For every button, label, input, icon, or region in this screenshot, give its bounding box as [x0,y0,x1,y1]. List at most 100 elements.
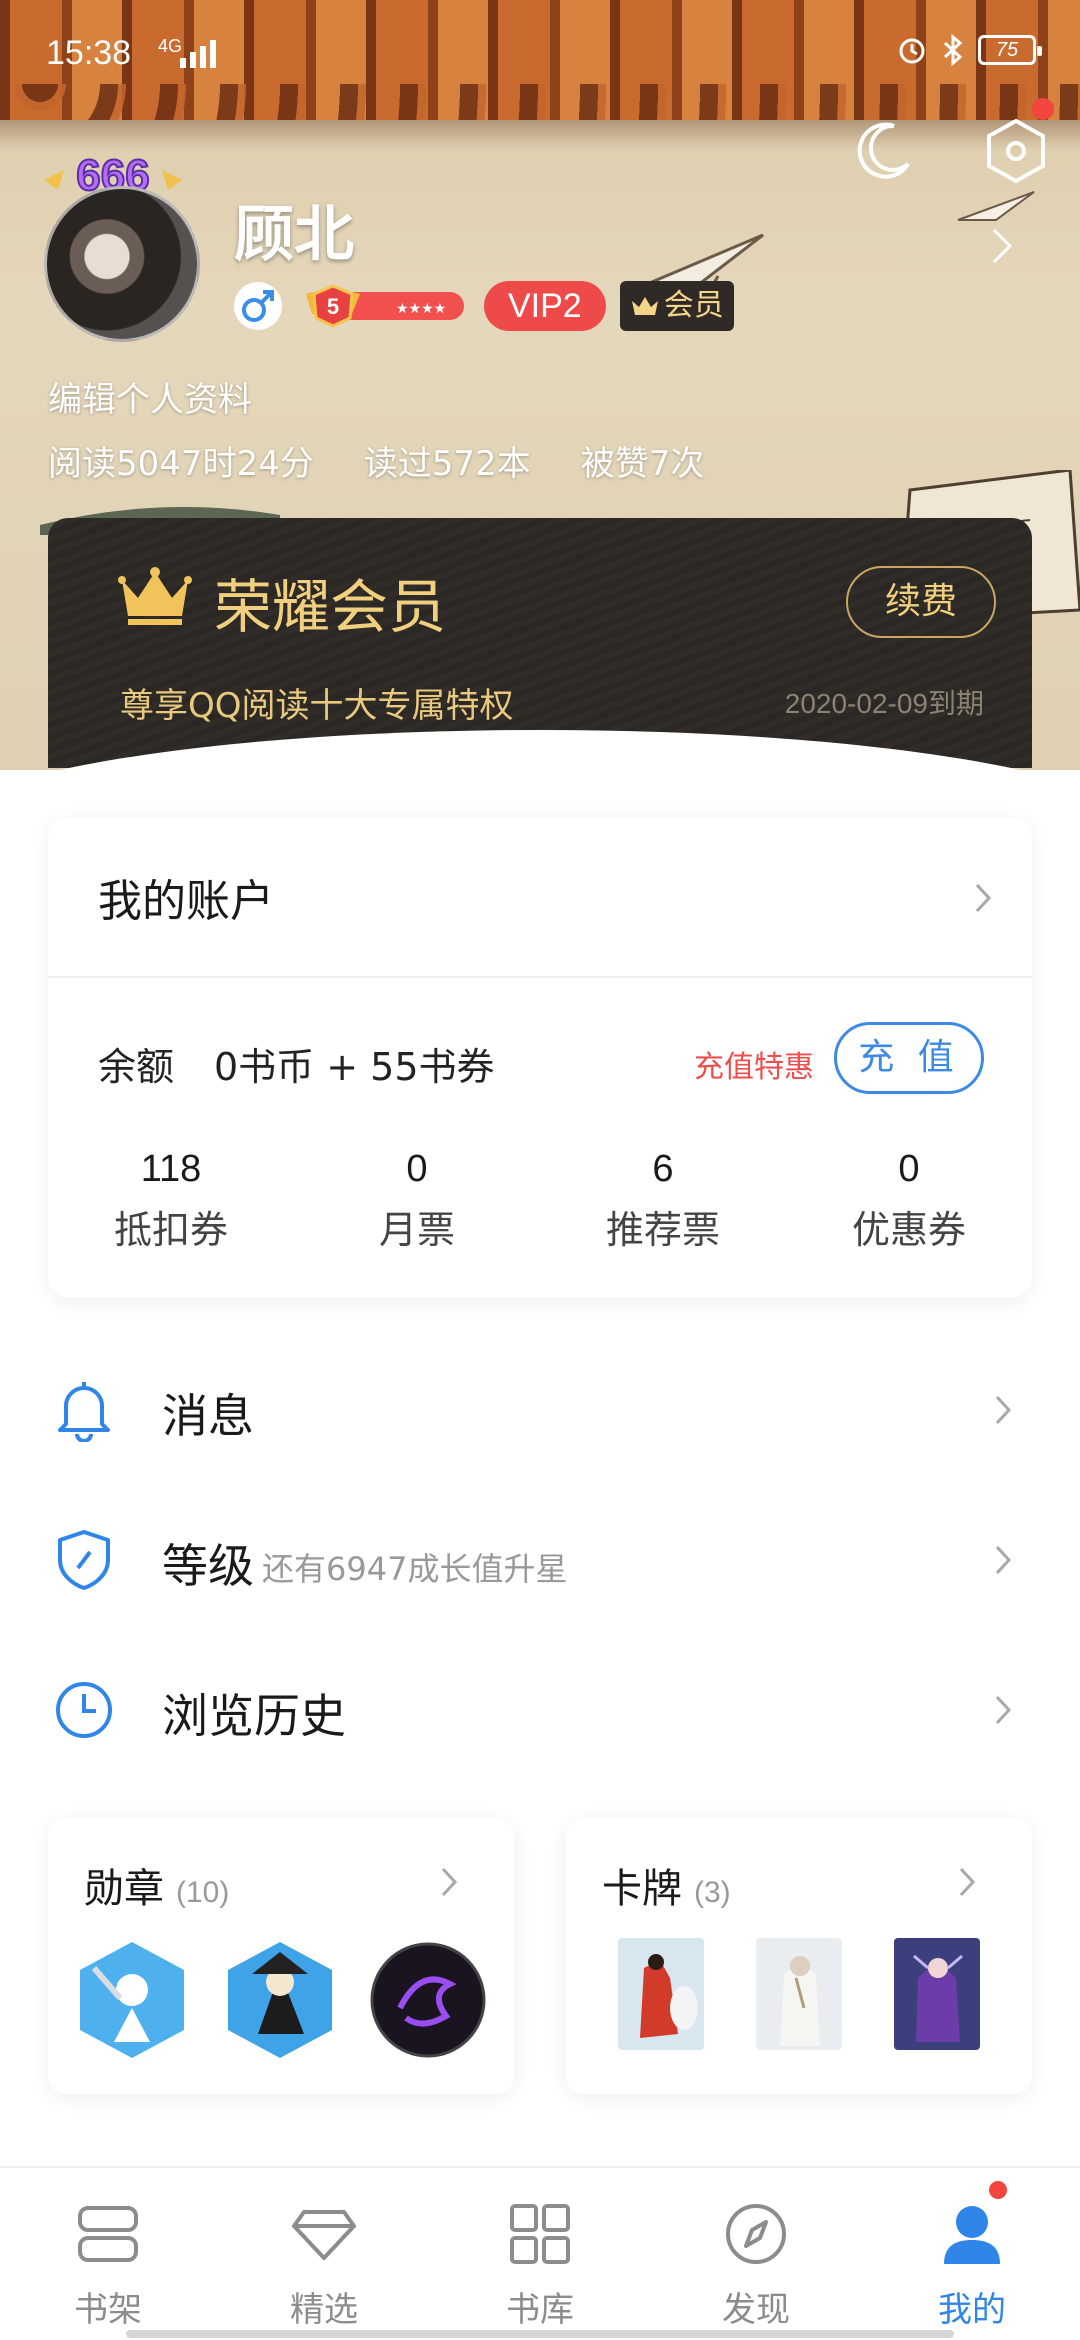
status-time: 15:38 [46,34,132,72]
ticket-label: 推荐票 [605,1208,720,1252]
chevron-right-icon [959,1867,976,1897]
ticket-label: 月票 [378,1208,455,1252]
chevron-right-icon[interactable] [990,226,1014,266]
profile-header: 15:38 4G 75 666 顾北 ★★★★ 5 VIP2 会员 编辑个人资料… [0,0,1080,770]
chevron-right-icon [995,1695,1012,1725]
medals-header: 勋章 (10) [84,1856,229,1914]
card-thumbnail[interactable] [756,1938,842,2050]
balance-value: 0书币 + 55书券 [214,1045,495,1089]
nav-tab-profile[interactable]: 我的 [864,2168,1080,2340]
menu-label: 消息 [162,1389,254,1443]
crown-icon [631,297,658,315]
chevron-right-icon [441,1867,458,1897]
level-progress-text: 还有6947成长值升星 [262,1550,568,1588]
level-number: 5 [327,294,339,319]
ticket-label: 优惠券 [851,1208,966,1252]
cards-header: 卡牌 (3) [602,1856,731,1914]
network-type: 4G [158,36,183,56]
vip-badge: VIP2 [484,281,606,331]
shield-icon [58,1530,110,1590]
menu-label: 浏览历史 [162,1689,346,1743]
ticket-label: 抵扣券 [113,1208,228,1252]
medal-knight-icon[interactable] [74,1938,190,2062]
battery-icon: 75 [978,35,1042,65]
cards-count: (3) [694,1876,731,1909]
nav-label: 我的 [938,2290,1006,2330]
nav-label: 精选 [290,2290,358,2330]
menu-label: 等级 [162,1539,254,1593]
ticket-monthly[interactable]: 0 月票 [294,1148,540,1254]
account-title: 我的账户 [98,876,274,927]
menu-item-level[interactable]: 等级 还有6947成长值升星 [0,1484,1080,1634]
nav-tab-library[interactable]: 书库 [432,2168,648,2340]
nav-tab-featured[interactable]: 精选 [216,2168,432,2340]
ticket-stats: 118 抵扣券 0 月票 6 推荐票 0 优惠券 [48,1148,1032,1254]
bell-icon [58,1382,110,1442]
my-account-row[interactable]: 我的账户 [48,818,1032,978]
nav-tab-discover[interactable]: 发现 [648,2168,864,2340]
edit-profile-link[interactable]: 编辑个人资料 [48,372,252,421]
ticket-value: 6 [652,1148,674,1190]
renew-button[interactable]: 续费 [846,566,996,638]
night-mode-icon[interactable] [854,120,914,180]
cards-card[interactable]: 卡牌 (3) [566,1818,1032,2094]
vip-subtitle: 尊享QQ阅读十大专属特权 [120,686,514,726]
member-badge-label: 会员 [663,288,724,323]
status-bar: 15:38 4G 75 [0,0,1080,110]
member-badge: 会员 [619,281,734,331]
recharge-promo-link[interactable]: 充值特惠 [694,1042,814,1086]
diamond-icon [292,2210,356,2260]
medal-wizard-icon[interactable] [222,1938,338,2062]
clock-icon [56,1682,112,1738]
vip-title: 荣耀会员 [214,573,447,641]
level-badge: ★★★★ 5 [306,284,464,328]
medals-card[interactable]: 勋章 (10) [48,1818,514,2094]
crown-icon [118,567,192,625]
books-read: 读过572本 [363,444,531,484]
menu-item-history[interactable]: 浏览历史 [0,1634,1080,1784]
balance-row: 余额 0书币 + 55书券 充值特惠 充 值 [48,978,1032,1138]
home-indicator[interactable] [126,2330,954,2338]
paper-plane-decoration-small [957,191,1035,221]
card-thumbnail[interactable] [618,1938,704,2050]
vip-expiry: 2020-02-09到期 [784,688,984,719]
chevron-right-icon [995,1395,1012,1425]
ticket-deduction[interactable]: 118 抵扣券 [48,1148,294,1254]
nav-tab-bookshelf[interactable]: 书架 [0,2168,216,2340]
ticket-recommend[interactable]: 6 推荐票 [540,1148,786,1254]
card-thumbnail[interactable] [894,1938,980,2050]
medals-title: 勋章 [84,1866,164,1912]
avatar[interactable] [44,186,200,342]
alarm-icon [899,38,925,64]
nav-label: 书库 [506,2290,574,2330]
profile-badges: ★★★★ 5 VIP2 会员 [234,280,734,332]
menu-item-messages[interactable]: 消息 [0,1334,1080,1484]
likes-count: 被赞7次 [580,444,705,484]
settings-notification-dot [1032,98,1054,120]
username: 顾北 [234,200,354,270]
profile-icon [944,2206,1000,2264]
nav-label: 书架 [74,2290,142,2330]
chevron-right-icon [975,883,992,913]
settings-icon[interactable] [984,118,1048,184]
account-card: 我的账户 余额 0书币 + 55书券 充值特惠 充 值 118 抵扣券 0 月票… [48,818,1032,1298]
svg-text:★★★★: ★★★★ [396,301,446,317]
profile-notification-dot [986,2178,1010,2202]
compass-icon [726,2204,786,2264]
ticket-value: 118 [140,1148,202,1190]
bluetooth-icon [943,34,963,66]
bottom-nav: 书架 精选 书库 发现 我的 [0,2166,1080,2340]
recharge-button[interactable]: 充 值 [834,1022,984,1094]
balance-label: 余额 [98,1045,175,1089]
reading-stats: 阅读5047时24分 读过572本 被赞7次 [48,436,704,485]
male-gender-icon [234,282,282,330]
reading-time: 阅读5047时24分 [48,444,314,484]
medal-dragon-icon[interactable] [370,1938,486,2062]
medals-count: (10) [176,1876,230,1909]
grid-icon [510,2204,570,2264]
bookshelf-icon [78,2206,138,2262]
cards-title: 卡牌 [602,1866,682,1912]
ticket-value: 0 [898,1148,920,1190]
ticket-coupon[interactable]: 0 优惠券 [786,1148,1032,1254]
signal-icon [180,38,216,68]
